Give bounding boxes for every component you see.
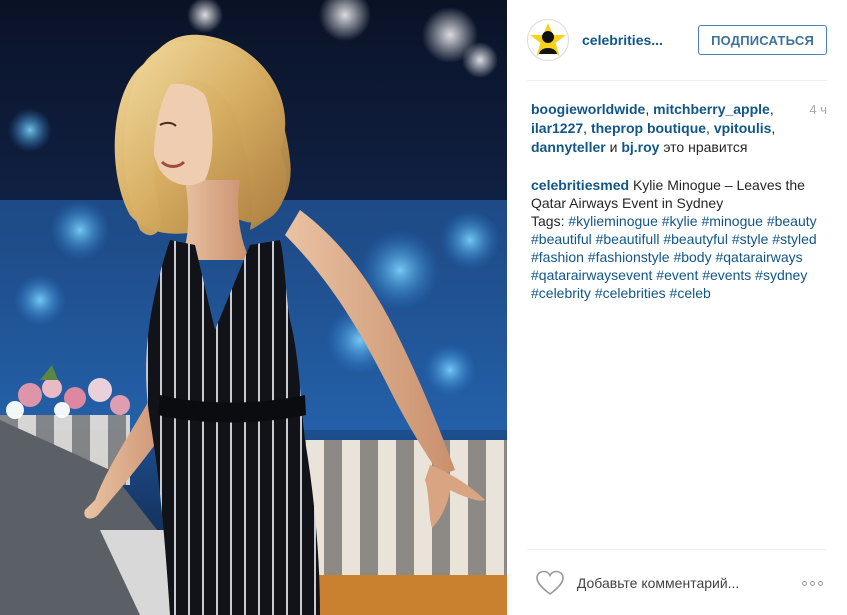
hashtag-link[interactable]: #beauty bbox=[767, 213, 817, 229]
post-header: celebrities... ПОДПИСАТЬСЯ bbox=[527, 0, 827, 81]
hashtag-link[interactable]: #minogue bbox=[701, 213, 763, 229]
hashtag-link[interactable]: #kylie bbox=[662, 213, 698, 229]
tags-label: Tags: bbox=[531, 213, 565, 229]
photo-illustration bbox=[0, 0, 507, 615]
more-dot bbox=[818, 580, 823, 586]
comment-input[interactable] bbox=[574, 574, 798, 592]
likers-list: boogieworldwide, mitchberry_apple, ilar1… bbox=[531, 101, 776, 155]
liker-link[interactable]: vpitoulis bbox=[714, 120, 772, 136]
post-time[interactable]: 4 ч bbox=[809, 100, 827, 119]
hashtag-link[interactable]: #events bbox=[702, 267, 751, 283]
post-caption: celebritiesmed Kylie Minogue – Leaves th… bbox=[531, 176, 827, 302]
hashtag-link[interactable]: #celeb bbox=[670, 285, 711, 301]
liker-link[interactable]: mitchberry_apple bbox=[653, 101, 770, 117]
likes-suffix: это нравится bbox=[663, 139, 748, 155]
heart-icon bbox=[536, 570, 564, 596]
likes-section: 4 ч boogieworldwide, mitchberry_apple, i… bbox=[531, 100, 827, 157]
hashtag-link[interactable]: #sydney bbox=[755, 267, 807, 283]
hashtag-link[interactable]: #qatarairwaysevent bbox=[531, 267, 652, 283]
more-options-icon[interactable] bbox=[798, 577, 827, 590]
hashtag-link[interactable]: #celebrities bbox=[595, 285, 666, 301]
username-link[interactable]: celebrities... bbox=[582, 32, 663, 48]
liker-link[interactable]: bj.roy bbox=[621, 139, 659, 155]
follow-button[interactable]: ПОДПИСАТЬСЯ bbox=[698, 25, 827, 55]
hashtag-link[interactable]: #body bbox=[673, 249, 711, 265]
hashtag-link[interactable]: #event bbox=[656, 267, 698, 283]
post-photo[interactable] bbox=[0, 0, 507, 615]
instagram-post: celebrities... ПОДПИСАТЬСЯ 4 ч boogiewor… bbox=[0, 0, 847, 615]
hashtag-link[interactable]: #styled bbox=[772, 231, 816, 247]
caption-author-link[interactable]: celebritiesmed bbox=[531, 177, 629, 193]
more-dot bbox=[802, 580, 807, 586]
hashtag-link[interactable]: #style bbox=[732, 231, 769, 247]
like-button[interactable] bbox=[535, 568, 565, 598]
liker-link[interactable]: theprop boutique bbox=[591, 120, 706, 136]
liker-link[interactable]: ilar1227 bbox=[531, 120, 583, 136]
hashtag-link[interactable]: #qatarairways bbox=[715, 249, 802, 265]
liker-link[interactable]: dannyteller bbox=[531, 139, 606, 155]
hashtag-list: #kylieminogue #kylie #minogue #beauty #b… bbox=[531, 213, 817, 301]
likes-and-word: и bbox=[609, 139, 618, 155]
hashtag-link[interactable]: #kylieminogue bbox=[568, 213, 658, 229]
post-side-panel: celebrities... ПОДПИСАТЬСЯ 4 ч boogiewor… bbox=[507, 0, 847, 615]
hashtag-link[interactable]: #celebrity bbox=[531, 285, 591, 301]
hashtag-link[interactable]: #beautifull bbox=[596, 231, 660, 247]
hashtag-link[interactable]: #fashionstyle bbox=[588, 249, 670, 265]
liker-link[interactable]: boogieworldwide bbox=[531, 101, 645, 117]
star-silhouette-avatar-icon bbox=[530, 23, 566, 56]
hashtag-link[interactable]: #beautiful bbox=[531, 231, 592, 247]
hashtag-link[interactable]: #beautyful bbox=[663, 231, 728, 247]
avatar[interactable] bbox=[527, 19, 569, 61]
hashtag-link[interactable]: #fashion bbox=[531, 249, 584, 265]
more-dot bbox=[810, 580, 815, 586]
post-footer bbox=[527, 549, 827, 615]
